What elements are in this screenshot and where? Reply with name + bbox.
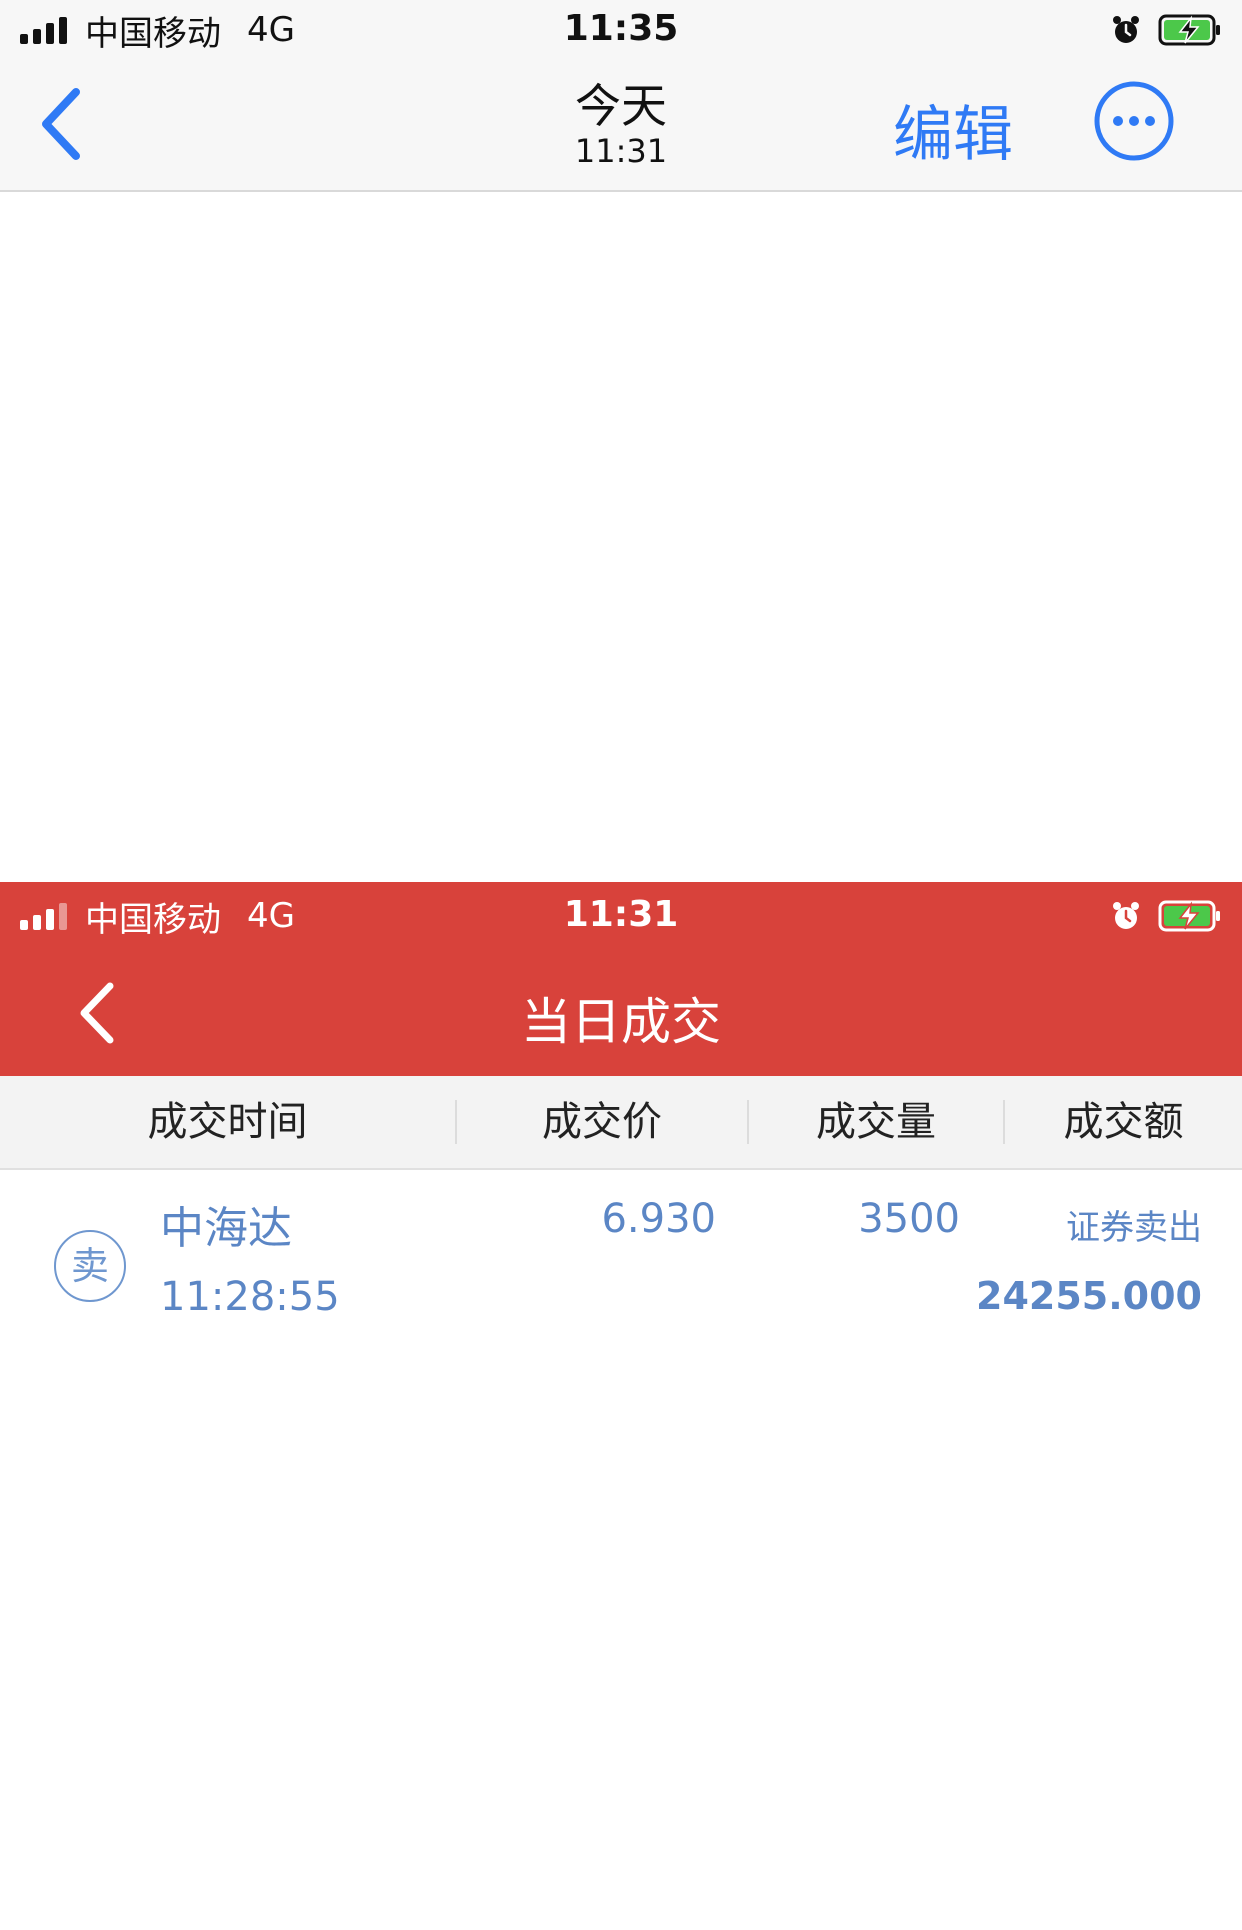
col-header-trade-time: 成交时间 xyxy=(147,1099,308,1145)
inner-page-title: 当日成交 xyxy=(521,993,721,1051)
edit-button[interactable]: 编辑 xyxy=(893,86,1013,173)
page-subtitle: 11:31 xyxy=(574,132,668,170)
trade-time: 11:28:55 xyxy=(160,1274,340,1320)
trade-amount: 24255.000 xyxy=(976,1274,1202,1318)
table-row[interactable]: 卖 中海达 11:28:55 6.930 3500 证券卖出 24255.000 xyxy=(0,1170,1242,1346)
embedded-screenshot[interactable]: 中国移动 4G 11:31 当日成交 成交时间 成交价 成交量 成交额 卖 中海… xyxy=(0,882,1242,1930)
inner-status-time: 11:31 xyxy=(563,894,679,935)
battery-charging-icon xyxy=(1158,14,1220,46)
trade-price: 6.930 xyxy=(601,1196,716,1242)
alarm-clock-icon xyxy=(1113,16,1139,43)
inner-status-right xyxy=(1110,896,1222,936)
inner-battery-charging-icon xyxy=(1158,900,1220,932)
status-bar: 中国移动 4G 11:35 xyxy=(0,0,1242,62)
status-right xyxy=(1110,10,1222,50)
page-title: 今天 xyxy=(575,79,667,133)
inner-alarm-clock-icon xyxy=(1113,902,1139,929)
col-header-quantity: 成交量 xyxy=(816,1099,936,1145)
stock-name: 中海达 xyxy=(160,1203,292,1254)
col-header-price: 成交价 xyxy=(542,1099,662,1145)
more-icon[interactable] xyxy=(1093,80,1175,162)
nav-bar: 今天 11:31 编辑 xyxy=(0,62,1242,192)
trade-quantity: 3500 xyxy=(858,1196,960,1242)
sell-badge: 卖 xyxy=(54,1230,126,1302)
inner-status-bar: 中国移动 4G 11:31 xyxy=(0,882,1242,948)
col-header-amount: 成交额 xyxy=(1063,1099,1184,1145)
status-time: 11:35 xyxy=(563,8,679,49)
trade-type: 证券卖出 xyxy=(1066,1208,1202,1248)
inner-nav-bar: 当日成交 xyxy=(0,948,1242,1076)
table-header: 成交时间 成交价 成交量 成交额 xyxy=(0,1076,1242,1170)
